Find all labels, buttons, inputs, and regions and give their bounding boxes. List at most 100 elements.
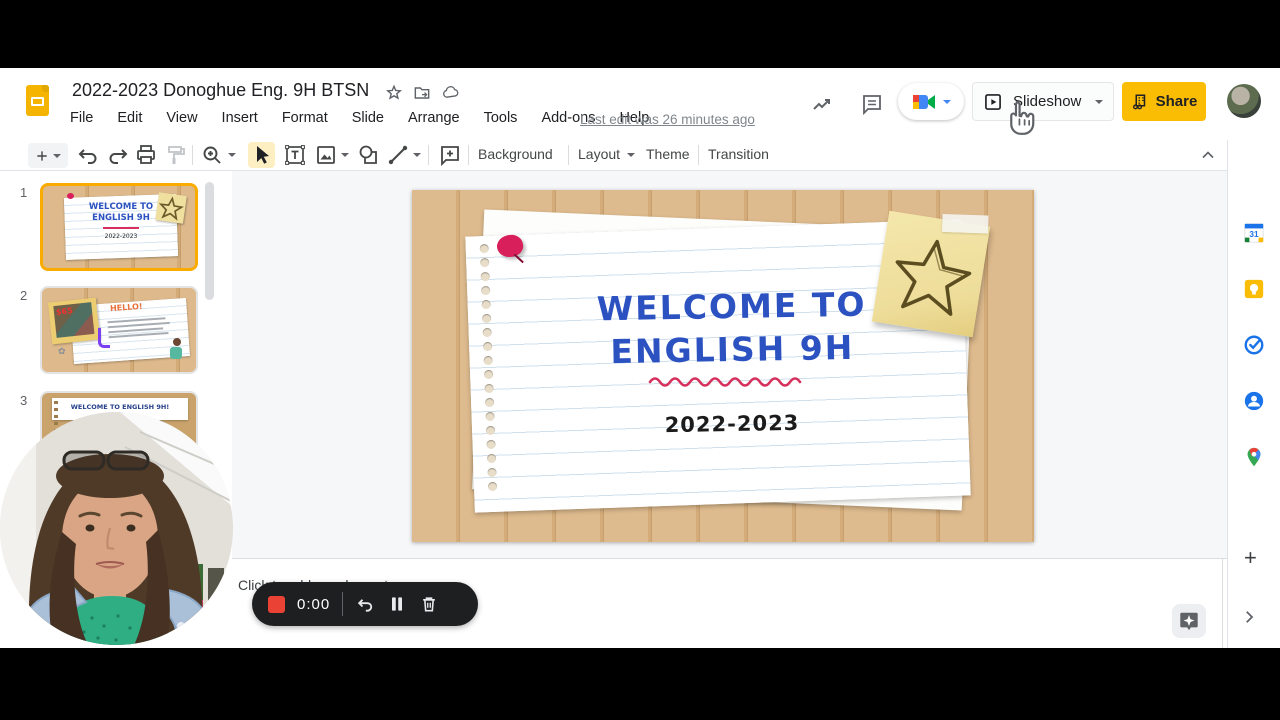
menubar: File Edit View Insert Format Slide Arran… [70, 110, 649, 126]
line-tool-caret[interactable] [413, 153, 421, 157]
insert-image-caret[interactable] [341, 153, 349, 157]
svg-text:31: 31 [1249, 230, 1259, 239]
notes-divider [1222, 559, 1223, 649]
thumb1-pin [67, 193, 74, 199]
paint-format-icon[interactable] [164, 143, 188, 167]
meet-button[interactable] [898, 83, 964, 120]
cloud-saved-icon[interactable] [441, 83, 461, 103]
menu-arrange[interactable]: Arrange [408, 110, 460, 126]
slide-thumbnail-2[interactable]: HELLO! $65 ✿ [40, 286, 198, 374]
recorder-separator [342, 592, 344, 616]
google-tasks-icon[interactable] [1243, 334, 1265, 356]
text-box-icon[interactable] [283, 143, 307, 167]
thumb2-envelope: $65 [47, 297, 101, 345]
share-button[interactable]: Share [1122, 82, 1206, 121]
webcam-video [0, 412, 233, 645]
toolbar-separator [568, 145, 569, 165]
share-label: Share [1155, 93, 1198, 110]
undo-icon[interactable] [76, 143, 100, 167]
slide-thumbnail-1[interactable]: WELCOME TO ENGLISH 9H 2022-2023 [40, 183, 198, 271]
google-maps-icon[interactable] [1243, 446, 1265, 468]
letterbox-bottom [0, 648, 1280, 720]
select-tool-icon[interactable] [250, 143, 274, 167]
side-panel-expand-icon[interactable] [1240, 608, 1258, 626]
thumb1-subtitle: 2022-2023 [104, 233, 138, 240]
explore-icon [1180, 612, 1198, 631]
stop-recording-button[interactable] [268, 595, 285, 613]
tape [941, 213, 989, 234]
share-domain-icon [1132, 94, 1145, 109]
google-contacts-icon[interactable] [1243, 390, 1265, 412]
side-panel: 31 + [1227, 140, 1280, 648]
google-meet-icon [912, 94, 935, 109]
toolbar-separator [428, 145, 429, 165]
pause-recording-icon[interactable] [387, 594, 407, 614]
move-folder-icon[interactable] [412, 83, 432, 103]
new-slide-caret[interactable] [53, 153, 61, 158]
menu-file[interactable]: File [70, 110, 93, 126]
star-icon[interactable] [384, 83, 404, 103]
menu-tools[interactable]: Tools [484, 110, 518, 126]
redo-icon[interactable] [106, 143, 130, 167]
thumb2-bitmoji [170, 338, 184, 360]
meet-dropdown-caret [942, 99, 951, 104]
thumb-number-2: 2 [20, 288, 28, 303]
zoom-icon[interactable] [200, 143, 224, 167]
menu-edit[interactable]: Edit [117, 110, 142, 126]
paper-holes [479, 243, 498, 492]
thumb2-doodle: ✿ [58, 346, 66, 356]
filmstrip-scrollbar[interactable] [205, 182, 214, 300]
delete-recording-icon[interactable] [419, 594, 439, 614]
account-avatar[interactable] [1227, 84, 1261, 118]
print-icon[interactable] [134, 143, 158, 167]
insert-image-icon[interactable] [314, 143, 338, 167]
toolbar: Background Layout Theme Transition [0, 140, 1227, 171]
get-addons-button[interactable]: + [1244, 545, 1257, 571]
activity-dashboard-icon[interactable] [810, 92, 834, 116]
document-title[interactable]: 2022-2023 Donoghue Eng. 9H BTSN [72, 80, 369, 101]
google-calendar-icon[interactable]: 31 [1243, 222, 1265, 244]
line-tool-icon[interactable] [386, 143, 410, 167]
slide-title-text[interactable]: WELCOME TO ENGLISH 9H [531, 282, 932, 375]
layout-button[interactable]: Layout [578, 146, 620, 162]
transition-button[interactable]: Transition [708, 146, 769, 162]
thumb-number-3: 3 [20, 393, 28, 408]
theme-button[interactable]: Theme [646, 146, 690, 162]
thumb1-sticky-note [155, 192, 187, 224]
slideshow-button[interactable]: Slideshow [972, 82, 1114, 121]
layout-caret[interactable] [627, 153, 635, 157]
background-button[interactable]: Background [478, 146, 553, 162]
google-slides-app: 2022-2023 Donoghue Eng. 9H BTSN File Edi… [0, 68, 1280, 720]
insert-comment-icon[interactable] [438, 143, 462, 167]
explore-button[interactable] [1172, 604, 1206, 638]
toolbar-separator [192, 145, 193, 165]
webcam-overlay[interactable] [0, 412, 233, 645]
shape-icon[interactable] [356, 143, 380, 167]
slide-canvas-area[interactable]: WELCOME TO ENGLISH 9H 2022-2023 [232, 171, 1227, 563]
menu-format[interactable]: Format [282, 110, 328, 126]
slides-logo-icon[interactable] [26, 85, 49, 116]
restart-recording-icon[interactable] [355, 594, 375, 614]
menu-slide[interactable]: Slide [352, 110, 384, 126]
collapse-toolbar-icon[interactable] [1198, 145, 1218, 165]
thumb3-title: WELCOME TO ENGLISH 9H! [70, 403, 170, 411]
title-underline-squiggle [648, 377, 802, 387]
menu-view[interactable]: View [166, 110, 197, 126]
slideshow-dropdown-caret[interactable] [1095, 99, 1103, 104]
zoom-caret[interactable] [228, 153, 236, 157]
last-edit-link[interactable]: Last edit was 26 minutes ago [580, 112, 755, 127]
slideshow-play-icon [985, 93, 1001, 110]
new-slide-button[interactable] [28, 143, 68, 168]
recording-timer: 0:00 [297, 595, 331, 613]
star-doodle [895, 239, 972, 316]
thumb1-squiggle [103, 227, 139, 229]
toolbar-separator [698, 145, 699, 165]
comment-history-icon[interactable] [860, 92, 884, 116]
menu-insert[interactable]: Insert [222, 110, 258, 126]
google-keep-icon[interactable] [1243, 278, 1265, 300]
thumb2-textlines [107, 314, 172, 341]
header: 2022-2023 Donoghue Eng. 9H BTSN File Edi… [0, 68, 1280, 140]
current-slide[interactable]: WELCOME TO ENGLISH 9H 2022-2023 [412, 190, 1034, 542]
recording-toolbar: 0:00 [252, 582, 478, 626]
thumb-number-1: 1 [20, 185, 28, 200]
